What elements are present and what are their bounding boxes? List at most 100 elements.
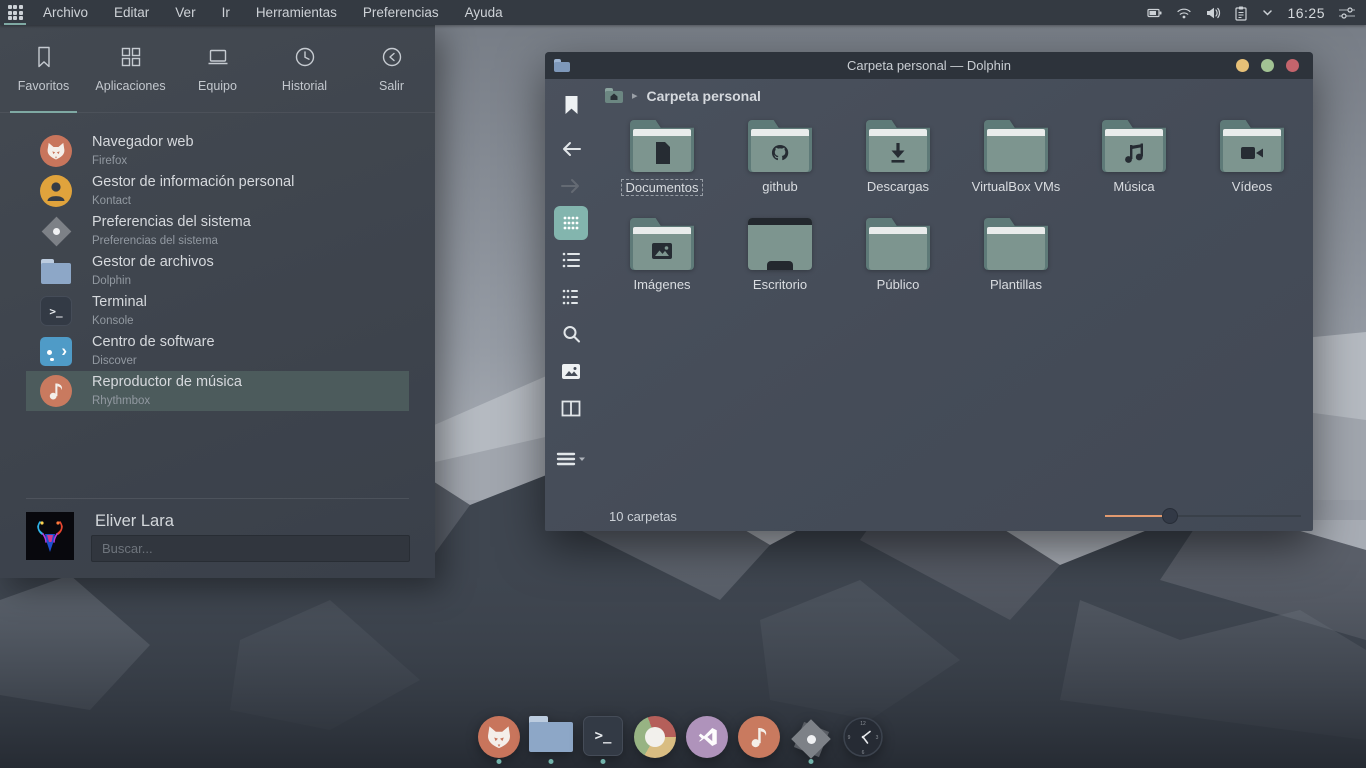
app-subtitle: Konsole — [92, 315, 134, 327]
minimize-button[interactable] — [1236, 59, 1249, 72]
folder-escritorio[interactable]: Escritorio — [721, 218, 839, 316]
app-title: Reproductor de música — [92, 374, 242, 390]
menu-editar[interactable]: Editar — [101, 0, 162, 25]
breadcrumb-location[interactable]: Carpeta personal — [647, 88, 761, 104]
volume-icon[interactable] — [1205, 5, 1221, 21]
dock-item-system-settings[interactable] — [790, 714, 832, 766]
details-view-icon[interactable] — [554, 280, 588, 314]
menu-ver[interactable]: Ver — [162, 0, 208, 25]
app-title: Gestor de información personal — [92, 174, 294, 190]
folder-icon-plain — [984, 120, 1048, 172]
app-title: Gestor de archivos — [92, 254, 214, 270]
app-item-kontact[interactable]: Gestor de información personal Kontact — [26, 171, 409, 211]
folder-virtualbox-vms[interactable]: VirtualBox VMs — [957, 120, 1075, 218]
system-settings-icon — [788, 716, 834, 762]
folder-icon-image — [630, 218, 694, 270]
menu-icon[interactable] — [554, 442, 588, 476]
wifi-icon[interactable] — [1176, 5, 1192, 21]
folder-documentos[interactable]: Documentos — [603, 120, 721, 218]
folder-plantillas[interactable]: Plantillas — [957, 218, 1075, 316]
dock-item-terminal[interactable]: >_ — [582, 714, 624, 766]
app-title: Navegador web — [92, 134, 194, 150]
forward-icon[interactable] — [554, 169, 588, 203]
dock-item-firefox[interactable] — [478, 714, 520, 766]
running-indicator — [601, 759, 606, 764]
split-icon[interactable] — [554, 391, 588, 425]
close-button[interactable] — [1286, 59, 1299, 72]
svg-text:12: 12 — [860, 721, 866, 727]
app-title: Terminal — [92, 294, 147, 310]
folder-videos[interactable]: Vídeos — [1193, 120, 1311, 218]
tab-equipo[interactable]: Equipo — [174, 25, 261, 112]
folder-publico[interactable]: Público — [839, 218, 957, 316]
dolphin-toolbar — [545, 79, 597, 531]
app-title: Centro de software — [92, 334, 215, 350]
music-player-icon — [40, 375, 72, 407]
bookmark-icon[interactable] — [554, 88, 588, 122]
menu-archivo[interactable]: Archivo — [30, 0, 101, 25]
panel-tweaks-icon[interactable] — [1338, 5, 1356, 21]
icons-view-icon[interactable] — [554, 206, 588, 240]
folder-label: VirtualBox VMs — [968, 179, 1065, 194]
search-input[interactable] — [91, 535, 410, 562]
tab-label: Historial — [282, 79, 327, 93]
titlebar[interactable]: Carpeta personal — Dolphin — [545, 52, 1313, 79]
dock-item-vscode[interactable] — [686, 714, 728, 766]
menu-ayuda[interactable]: Ayuda — [452, 0, 516, 25]
battery-icon[interactable] — [1147, 5, 1163, 21]
launcher-tabs: Favoritos Aplicaciones Equipo Historial … — [0, 25, 435, 113]
app-item-discover[interactable]: › Centro de softwareDiscover — [26, 331, 409, 371]
app-launcher-button[interactable] — [0, 0, 30, 25]
tab-salir[interactable]: Salir — [348, 25, 435, 112]
compact-view-icon[interactable] — [554, 243, 588, 277]
folder-musica[interactable]: Música — [1075, 120, 1193, 218]
home-folder-icon[interactable] — [605, 88, 623, 103]
app-item-rhythmbox[interactable]: Reproductor de músicaRhythmbox — [26, 371, 409, 411]
dock-item-clock-widget[interactable]: 12369 — [842, 714, 884, 766]
preview-icon[interactable] — [554, 354, 588, 388]
firefox-icon — [40, 135, 72, 167]
folder-descargas[interactable]: Descargas — [839, 120, 957, 218]
tab-aplicaciones[interactable]: Aplicaciones — [87, 25, 174, 112]
running-indicator — [809, 759, 814, 764]
system-tray: 16:25 — [1147, 5, 1366, 21]
menu-herramientas[interactable]: Herramientas — [243, 0, 350, 25]
dock-item-music-player[interactable] — [738, 714, 780, 766]
tab-historial[interactable]: Historial — [261, 25, 348, 112]
folder-label: Imágenes — [629, 277, 694, 292]
app-item-systemsettings[interactable]: Preferencias del sistemaPreferencias del… — [26, 211, 409, 251]
terminal-icon: >_ — [583, 716, 623, 756]
back-icon[interactable] — [554, 132, 588, 166]
app-grid-icon — [8, 5, 23, 20]
search-icon[interactable] — [554, 317, 588, 351]
dock-item-file-manager[interactable] — [530, 714, 572, 766]
avatar[interactable] — [26, 512, 74, 560]
tab-favoritos[interactable]: Favoritos — [0, 25, 87, 112]
maximize-button[interactable] — [1261, 59, 1274, 72]
folder-imagenes[interactable]: Imágenes — [603, 218, 721, 316]
folder-icon-plain — [866, 218, 930, 270]
app-item-konsole[interactable]: >_ TerminalKonsole — [26, 291, 409, 331]
folder-icon-music — [1102, 120, 1166, 172]
svg-text:3: 3 — [876, 735, 879, 741]
menu-preferencias[interactable]: Preferencias — [350, 0, 452, 25]
dock-item-chrome[interactable] — [634, 714, 676, 766]
clipboard-icon[interactable] — [1234, 5, 1248, 21]
apps-grid-icon — [118, 44, 144, 70]
chevron-down-icon[interactable] — [1261, 6, 1274, 19]
app-item-firefox[interactable]: Navegador web Firefox — [26, 131, 409, 171]
zoom-slider-handle[interactable] — [1162, 508, 1178, 524]
chrome-icon — [634, 716, 676, 758]
app-subtitle: Kontact — [92, 195, 131, 207]
folder-github[interactable]: github — [721, 120, 839, 218]
app-item-dolphin[interactable]: Gestor de archivosDolphin — [26, 251, 409, 291]
zoom-slider[interactable] — [1105, 508, 1301, 524]
clock[interactable]: 16:25 — [1287, 5, 1325, 21]
folder-label: Escritorio — [749, 277, 811, 292]
folder-icon-github — [748, 120, 812, 172]
running-indicator — [549, 759, 554, 764]
desktop-icon — [748, 218, 812, 270]
app-subtitle: Firefox — [92, 155, 127, 167]
user-name: Eliver Lara — [95, 512, 174, 531]
menu-ir[interactable]: Ir — [209, 0, 243, 25]
